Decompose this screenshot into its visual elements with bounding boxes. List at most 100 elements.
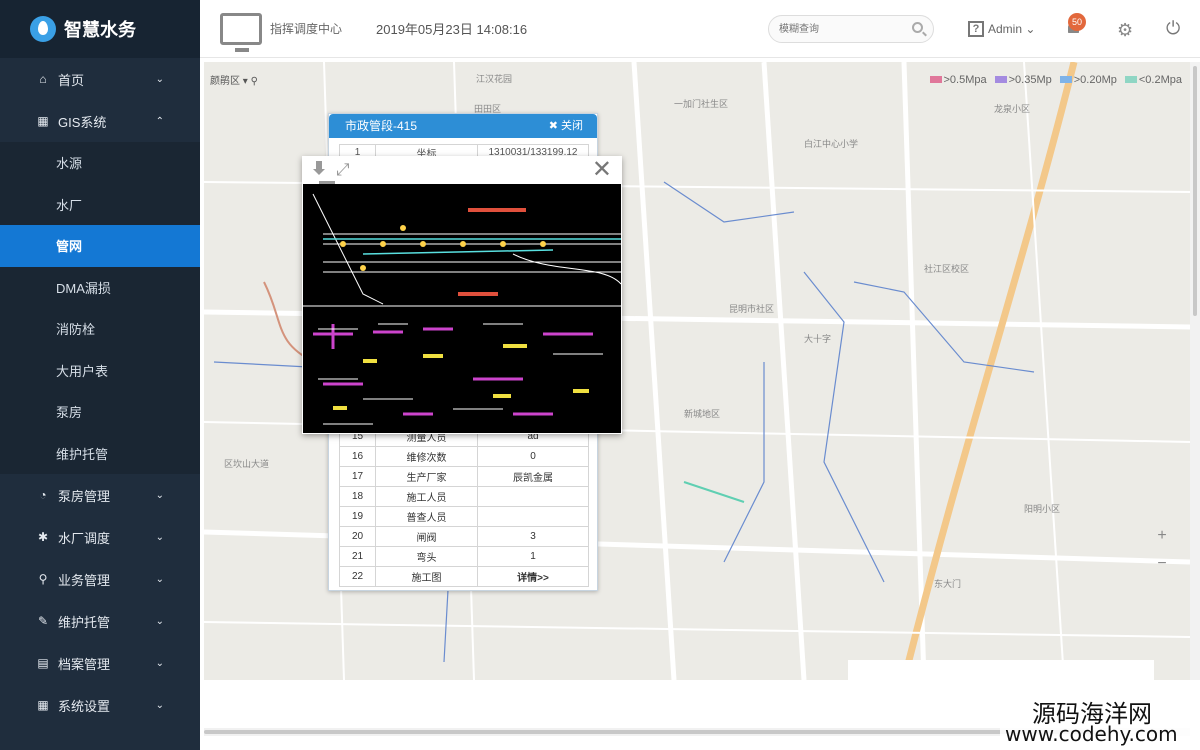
chevron-down-icon: ⌄ [155,73,164,85]
table-row: 18 施工人员 [339,486,589,507]
details-link[interactable]: 详情>> [477,566,589,587]
row-value: 3 [477,526,589,547]
zoom-in-icon[interactable]: + [1154,522,1170,550]
map-place-label: 昆明市社区 [729,304,775,314]
sidebar-item-business[interactable]: ⚲ 业务管理 ⌄ [0,558,200,600]
legend-item: >0.20Mp [1059,74,1117,86]
map-place-label: 阳明小区 [1024,504,1061,514]
chevron-up-icon: ⌃ [155,115,164,127]
download-icon[interactable] [310,161,335,184]
search-input[interactable] [779,16,909,42]
table-row: 22 施工图 详情>> [339,566,589,587]
legend-swatch [994,76,1007,83]
sidebar-item-settings[interactable]: ▦ 系统设置 ⌄ [0,684,200,726]
sidebar-item-label: 首页 [58,72,85,88]
sidebar-item-label: 系统设置 [58,698,111,714]
help-icon[interactable]: ? [968,21,984,37]
sidebar-item-gis[interactable]: ▦ GIS系统 ⌃ [0,100,200,142]
vertical-scrollbar[interactable] [1190,62,1200,680]
sidebar-item-label: 泵房管理 [58,488,111,504]
chevron-down-icon: ⌄ [155,657,164,669]
map-place-label: 大十字 [804,334,832,344]
sidebar-subitem-hydrant[interactable]: 消防栓 [0,308,200,350]
viewer-close-icon[interactable]: ✕ [592,157,612,183]
chevron-down-icon: ⌄ [155,573,164,585]
row-value: 1 [477,546,589,567]
popup-title: 市政管段-415 [345,119,418,133]
legend-item: >0.35Mp [994,74,1052,86]
notification-badge: 50 [1068,13,1086,31]
district-selector[interactable]: 颜鹃区 ▾ ⚲ [210,72,258,87]
map-place-label: 一加门社生区 [674,99,729,109]
home-icon: ⌂ [39,72,47,86]
sidebar-subitem-water-source[interactable]: 水源 [0,142,200,184]
sidebar-item-archives[interactable]: ▤ 档案管理 ⌄ [0,642,200,684]
chevron-down-icon: ⌄ [155,489,164,501]
map-place-label: 新城地区 [684,409,721,419]
row-attribute: 施工人员 [375,486,478,507]
sidebar-subitem-water-plant[interactable]: 水厂 [0,184,200,226]
map-place-label: 区坎山大道 [224,459,270,469]
table-row: 19 普查人员 [339,506,589,527]
legend-label: <0.2Mpa [1138,74,1182,86]
legend-swatch [1124,76,1137,83]
pie-icon: ◔ [39,488,47,502]
row-number: 22 [339,566,376,587]
brand-title: 智慧水务 [64,20,136,40]
sidebar-subitem-dma-leakage[interactable]: DMA漏损 [0,267,200,309]
pressure-legend: >0.5Mpa >0.35Mp >0.20Mp <0.2Mpa [929,74,1182,86]
viewer-toolbar: ⤢ ✕ [302,156,622,184]
row-attribute: 生产厂家 [375,466,478,487]
brand[interactable]: 智慧水务 [0,0,200,58]
row-number: 18 [339,486,376,507]
zoom-out-icon[interactable]: − [1154,550,1170,578]
table-row: 20 闸阀 3 [339,526,589,547]
zoom-control[interactable]: + − [1154,522,1170,578]
sidebar-subitem-pipe-network[interactable]: 管网 [0,225,200,267]
power-icon[interactable]: ⏻ [1166,18,1180,39]
construction-drawing-image [303,184,622,433]
row-attribute: 弯头 [375,546,478,567]
map-place-label: 社江区校区 [924,264,970,274]
row-number: 19 [339,506,376,527]
edit-icon: ✎ [37,614,49,628]
map-place-label: 东大门 [934,579,962,589]
legend-label: >0.35Mp [1008,74,1052,86]
table-row: 17 生产厂家 辰凯金属 [339,466,589,487]
archive-icon: ▤ [37,656,49,670]
sidebar-item-pump-management[interactable]: ◔ 泵房管理 ⌄ [0,474,200,516]
legend-label: >0.5Mpa [943,74,987,86]
sidebar-item-home[interactable]: ⌂ 首页 ⌄ [0,58,200,100]
fullscreen-icon[interactable]: ⤢ [336,161,350,178]
chevron-down-icon: ⌄ [155,615,164,627]
popup-close-button[interactable]: ✖ 关闭 [549,114,583,138]
sidebar-item-label: 业务管理 [58,572,111,588]
water-drop-logo-icon [30,16,56,42]
user-menu[interactable]: Admin ⌄ [988,22,1035,36]
map-place-label: 龙泉小区 [994,104,1031,114]
row-attribute: 施工图 [375,566,478,587]
row-attribute: 闸阀 [375,526,478,547]
sidebar: 智慧水务 ⌂ 首页 ⌄ ▦ GIS系统 ⌃ 水源 水厂 管网 DMA漏损 消防栓… [0,0,200,750]
chevron-down-icon: ⌄ [155,531,164,543]
search-icon[interactable] [912,22,923,33]
legend-item: >0.5Mpa [929,74,987,86]
row-number: 21 [339,546,376,567]
sitemap-icon: ⚲ [38,572,48,586]
sidebar-item-label: 维护托管 [58,614,111,630]
map-place-label: 江汉花园 [476,74,513,84]
top-header: 指挥调度中心 2019年05月23日 14:08:16 ? Admin ⌄ 50… [200,0,1200,58]
sidebar-subitem-pump-room[interactable]: 泵房 [0,391,200,433]
map-place-label: 白江中心小学 [804,139,859,149]
sidebar-subitem-maintenance[interactable]: 维护托管 [0,433,200,475]
sidebar-subitem-large-meter[interactable]: 大用户表 [0,350,200,392]
attribute-table: 15 测量人员 ad 16 维修次数 0 17 生产厂家 辰凯金属 18 施工人员 19 普查人… [339,426,589,587]
sidebar-item-maintenance[interactable]: ✎ 维护托管 ⌄ [0,600,200,642]
grid-icon: ▦ [37,114,49,128]
settings-gear-icon[interactable]: ⚙ [1117,20,1133,41]
gear-icon: ✱ [37,530,49,544]
row-value [477,486,589,507]
sidebar-item-plant-dispatch[interactable]: ✱ 水厂调度 ⌄ [0,516,200,558]
calendar-icon: ▦ [37,698,49,712]
monitor-icon [220,12,262,52]
